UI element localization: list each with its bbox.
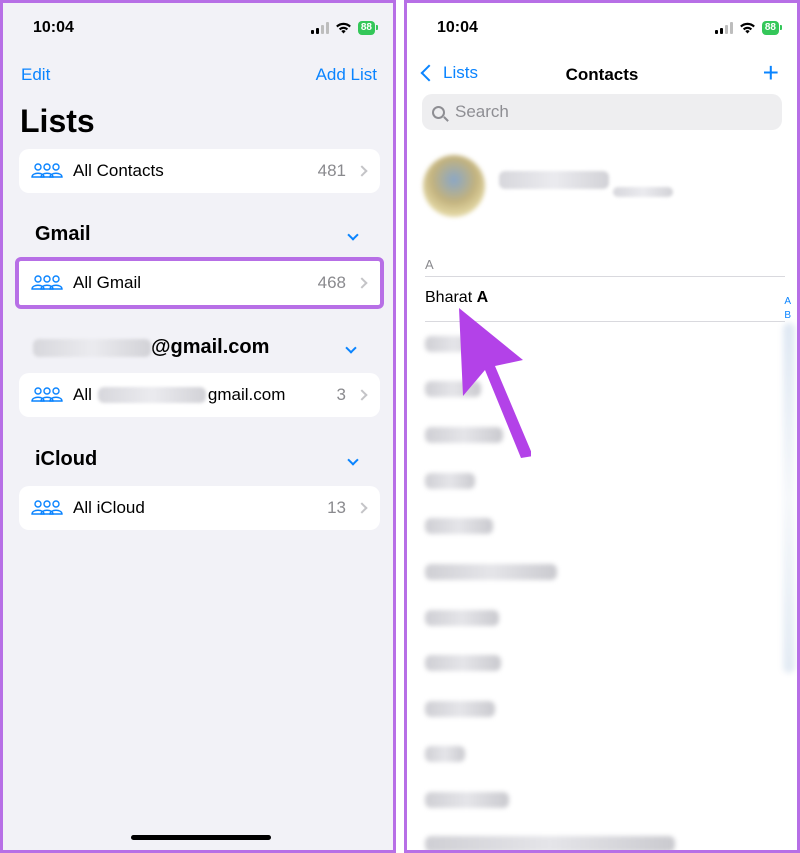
contact-row[interactable]: Bharat A [425,289,488,307]
list-item-count: 3 [336,385,346,404]
status-icons: 88 [714,21,783,35]
my-card[interactable] [423,155,674,217]
chevron-down-icon[interactable] [347,453,359,466]
wifi-icon [335,22,351,34]
redacted-email [97,387,206,403]
contacts-screen: 10:04 88 Lists Contacts + Search A Bhara… [404,0,800,853]
list-item-label: All Contacts [73,161,164,180]
section-letter: A [425,257,434,272]
section-title: iCloud [35,448,98,470]
section-header-personal-gmail[interactable]: @gmail.com [33,336,363,359]
redacted-email [33,338,151,357]
chevron-right-icon [356,502,368,514]
chevron-down-icon[interactable] [345,341,357,354]
redacted-name [499,170,609,189]
section-title-suffix: @gmail.com [151,336,270,358]
chevron-right-icon [356,389,368,401]
section-header-gmail[interactable]: Gmail [35,223,365,246]
chevron-down-icon[interactable] [347,228,359,241]
redacted-contact[interactable] [425,473,475,489]
section-title: Gmail [35,223,91,245]
redacted-contact[interactable] [425,518,493,534]
redacted-contact[interactable] [425,792,509,808]
search-input[interactable]: Search [422,94,782,130]
add-list-button[interactable]: Add List [316,65,377,85]
list-item-label-prefix: All [73,385,92,404]
group-icon [31,275,63,290]
redacted-subtitle [613,186,674,197]
section-title: @gmail.com [33,336,269,359]
group-icon [31,500,63,515]
redacted-contact[interactable] [425,836,675,850]
page-title: Lists [20,103,95,139]
list-item-label: All Gmail [73,273,142,292]
status-icons: 88 [310,21,379,35]
list-item-all-gmail[interactable]: All Gmail 468 [15,257,384,309]
redacted-contact[interactable] [425,701,495,717]
section-header-icloud[interactable]: iCloud [35,448,365,471]
contact-last-name: A [476,289,489,306]
list-item-all-contacts[interactable]: All Contacts 481 [19,149,380,193]
lists-screen: 10:04 88 Edit Add List Lists All Contact… [0,0,396,853]
index-letter[interactable]: B [784,309,791,323]
group-icon [31,387,63,402]
pointer-arrow-icon [459,308,531,458]
chevron-right-icon [356,277,368,289]
redacted-contact[interactable] [425,564,557,580]
cellular-icon [310,22,329,34]
home-indicator[interactable] [131,835,271,840]
list-item-all-icloud[interactable]: All iCloud 13 [19,486,380,530]
divider [425,276,785,277]
plus-icon[interactable]: + [763,59,779,87]
chevron-right-icon [356,165,368,177]
battery-icon: 88 [761,21,783,35]
page-title: Contacts [565,65,639,84]
avatar [423,155,485,217]
search-placeholder: Search [455,102,509,121]
list-item-count: 13 [327,498,346,517]
section-index-blurred [783,323,795,673]
status-time: 10:04 [437,19,478,36]
redacted-contact[interactable] [425,746,465,762]
group-icon [31,163,63,178]
redacted-contact[interactable] [425,610,499,626]
status-time: 10:04 [33,19,74,36]
wifi-icon [739,22,755,34]
contact-first-name: Bharat [425,289,473,306]
search-icon [432,105,445,119]
redacted-contact[interactable] [425,655,501,671]
section-index[interactable]: A B [784,295,791,323]
list-item-count: 481 [317,161,346,180]
list-item-label: All iCloud [73,498,145,517]
cellular-icon [714,22,733,34]
my-card-text [499,170,674,202]
battery-icon: 88 [357,21,379,35]
index-letter[interactable]: A [784,295,791,309]
edit-button[interactable]: Edit [21,65,50,85]
list-item-label-suffix: gmail.com [207,385,286,404]
list-item-all-personal-gmail[interactable]: All gmail.com 3 [19,373,380,417]
list-item-count: 468 [317,273,346,292]
list-item-label: All gmail.com [73,385,337,405]
